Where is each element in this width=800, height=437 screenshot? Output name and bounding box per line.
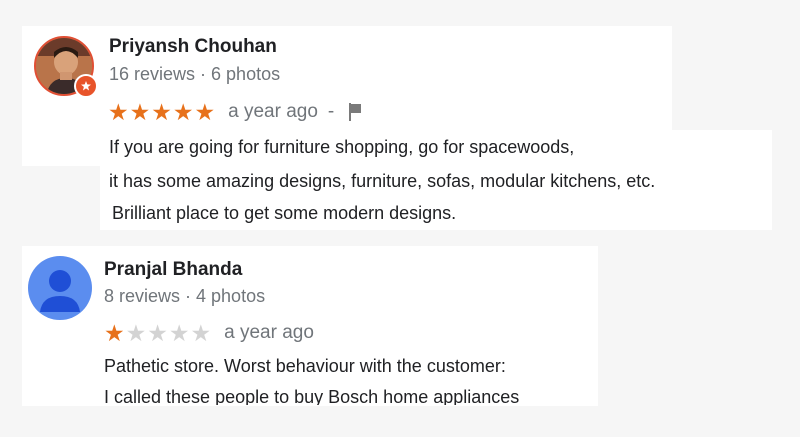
review-text-line: Brilliant place to get some modern desig… bbox=[112, 203, 457, 223]
star-icon: ★ bbox=[151, 99, 173, 125]
review-time: a year ago bbox=[228, 101, 318, 122]
star-icon: ★ bbox=[147, 320, 169, 346]
separator: - bbox=[327, 101, 335, 122]
rating-row: ★ ★ ★ ★ ★ a year ago - bbox=[108, 100, 362, 124]
star-rating: ★ ★ ★ ★ ★ bbox=[104, 321, 212, 345]
review-text-line: Pathetic store. Worst behaviour with the… bbox=[104, 356, 506, 376]
reviewer-meta[interactable]: 8 reviews · 4 photos bbox=[104, 286, 265, 307]
reviewer-avatar[interactable] bbox=[34, 36, 98, 98]
star-icon: ★ bbox=[125, 320, 148, 346]
flag-icon[interactable] bbox=[348, 102, 362, 122]
reviewer-avatar[interactable] bbox=[28, 256, 92, 320]
star-icon: ★ bbox=[168, 320, 191, 346]
star-icon: ★ bbox=[104, 320, 126, 346]
review-time: a year ago bbox=[224, 322, 314, 343]
star-icon: ★ bbox=[108, 99, 130, 125]
reviewer-name[interactable]: Pranjal Bhanda bbox=[104, 259, 242, 281]
review-text-line: I called these people to buy Bosch home … bbox=[104, 387, 520, 405]
review-text-line: it has some amazing designs, furniture, … bbox=[109, 171, 656, 191]
reviewer-name[interactable]: Priyansh Chouhan bbox=[109, 36, 277, 58]
reviewer-meta[interactable]: 16 reviews · 6 photos bbox=[109, 64, 280, 85]
star-icon: ★ bbox=[129, 99, 152, 125]
local-guide-icon bbox=[74, 74, 98, 98]
star-rating: ★ ★ ★ ★ ★ bbox=[108, 100, 216, 124]
person-icon bbox=[28, 256, 92, 320]
rating-row: ★ ★ ★ ★ ★ a year ago bbox=[104, 321, 314, 345]
star-icon: ★ bbox=[194, 99, 217, 125]
review-text-line: If you are going for furniture shopping,… bbox=[109, 137, 575, 157]
star-icon: ★ bbox=[172, 99, 195, 125]
star-icon: ★ bbox=[190, 320, 213, 346]
